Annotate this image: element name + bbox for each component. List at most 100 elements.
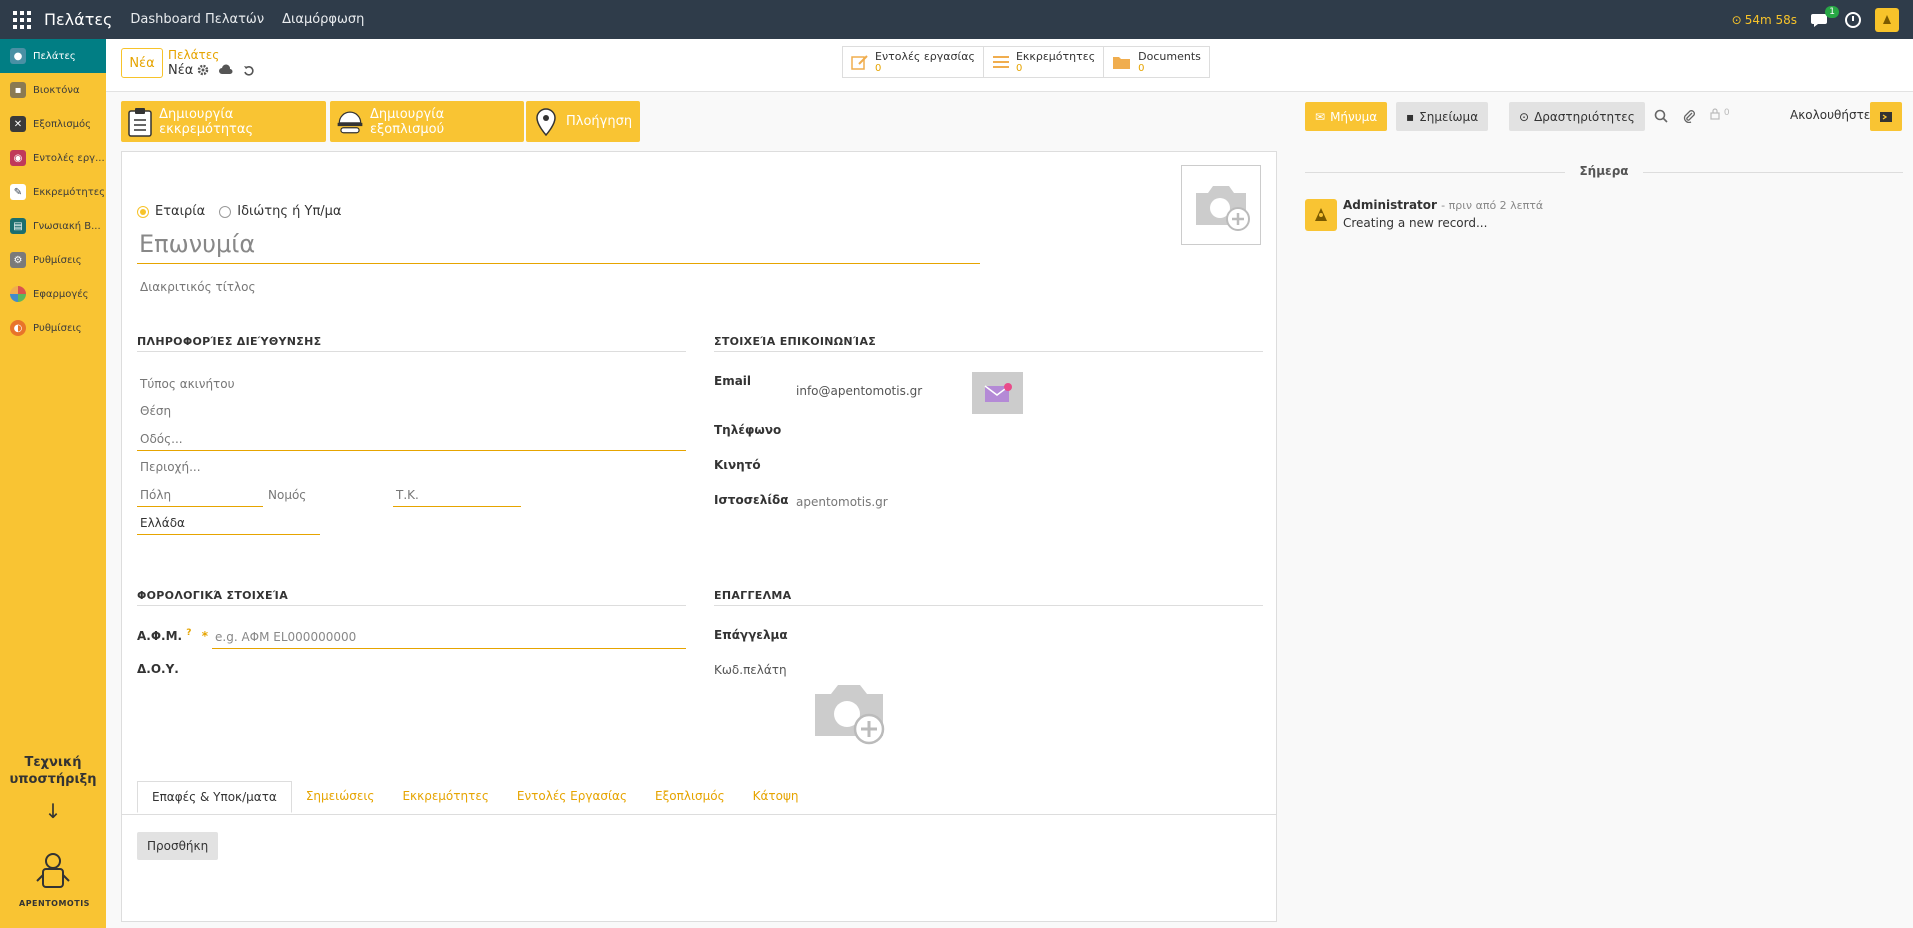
- app-title[interactable]: Πελάτες: [44, 10, 112, 29]
- new-button[interactable]: Νέα: [121, 48, 163, 78]
- today-separator: Σήμερα: [1305, 164, 1903, 178]
- company-name-input[interactable]: Επωνυμία: [137, 230, 980, 264]
- navigation-button[interactable]: Πλοήγηση: [526, 101, 640, 142]
- tab-equipment[interactable]: Εξοπλισμός: [641, 781, 739, 813]
- support-line2: υποστήριξη: [9, 772, 97, 787]
- gear-icon[interactable]: [197, 64, 209, 76]
- sidebar-item-label: Βιοκτόνα: [33, 84, 80, 96]
- sidebar-item-apps[interactable]: Εφαρμογές: [0, 277, 106, 311]
- sidebar-item-work-orders[interactable]: ◉ Εντολές εργ...: [0, 141, 106, 175]
- clock-icon: ⊙: [1519, 109, 1530, 124]
- sidebar-item-label: Εξοπλισμός: [33, 118, 92, 130]
- tab-work-orders[interactable]: Εντολές Εργασίας: [503, 781, 641, 813]
- search-icon[interactable]: [1654, 109, 1668, 123]
- author-name[interactable]: Administrator: [1343, 198, 1437, 212]
- tab-contacts[interactable]: Επαφές & Υποκ/ματα: [137, 781, 292, 813]
- zip-field[interactable]: Τ.Κ.: [396, 488, 419, 502]
- country-field[interactable]: Ελλάδα: [140, 516, 185, 530]
- address-section-title: ΠΛΗΡΟΦΟΡΊΕΣ ΔΙΕΎΘΥΝΣΗΣ: [137, 335, 686, 352]
- sidebar-item-label: Εντολές εργ...: [33, 152, 105, 164]
- work-orders-icon: ◉: [10, 150, 26, 166]
- sidebar-item-equipment[interactable]: ✕ Εξοπλισμός: [0, 107, 106, 141]
- sidebar-item-settings[interactable]: ⚙ Ρυθμίσεις: [0, 243, 106, 277]
- apps-menu-icon[interactable]: [13, 10, 31, 29]
- sidebar-item-customers[interactable]: ● Πελάτες: [0, 39, 106, 73]
- add-button[interactable]: Προσθήκη: [137, 832, 219, 860]
- property-type-field[interactable]: Τύπος ακινήτου: [140, 377, 235, 391]
- image-upload[interactable]: [1181, 165, 1261, 245]
- undo-icon[interactable]: [243, 64, 255, 76]
- activities-button[interactable]: ⊙ Δραστηριότητες: [1509, 102, 1645, 131]
- timer[interactable]: ⊙ 54m 58s: [1732, 13, 1797, 27]
- smart-button-documents[interactable]: Documents 0: [1104, 47, 1209, 77]
- gear-icon: ⚙: [10, 252, 26, 268]
- activity-clock-icon[interactable]: [1845, 12, 1861, 28]
- tab-pending[interactable]: Εκκρεμότητες: [388, 781, 502, 813]
- contact-section-title: ΣΤΟΙΧΕΊΑ ΕΠΙΚΟΙΝΩΝΊΑΣ: [714, 335, 1263, 352]
- email-image[interactable]: [972, 372, 1023, 414]
- area-field[interactable]: Περιοχή...: [140, 460, 201, 474]
- street-field[interactable]: Οδός...: [140, 432, 183, 446]
- knowledge-icon: ▤: [10, 218, 26, 234]
- city-field[interactable]: Πόλη: [140, 488, 171, 502]
- sidebar-item-settings-2[interactable]: ◐ Ρυθμίσεις: [0, 311, 106, 345]
- map-pin-icon: [532, 107, 560, 137]
- position-field[interactable]: Θέση: [140, 404, 171, 418]
- vat-input[interactable]: e.g. ΑΦΜ EL000000000: [215, 630, 356, 644]
- radio-individual[interactable]: Ιδιώτης ή Υπ/μα: [219, 204, 342, 219]
- tab-notes[interactable]: Σημειώσεις: [292, 781, 389, 813]
- tech-support[interactable]: Τεχνική υποστήριξη: [0, 754, 106, 788]
- paperclip-icon[interactable]: [1682, 109, 1696, 123]
- mobile-label: Κινητό: [714, 458, 761, 472]
- follow-button[interactable]: [1870, 102, 1902, 131]
- website-field[interactable]: apentomotis.gr: [796, 495, 888, 509]
- user-avatar[interactable]: [1875, 8, 1899, 32]
- tabs-divider: [122, 814, 1276, 815]
- smart-button-work-orders[interactable]: Εντολές εργασίας 0: [843, 47, 984, 77]
- followers-lock[interactable]: 0: [1710, 108, 1730, 123]
- create-equipment-button[interactable]: Δημιουργία εξοπλισμού: [330, 101, 524, 142]
- email-field[interactable]: info@apentomotis.gr: [796, 384, 922, 398]
- note-icon: ▪: [1406, 109, 1415, 124]
- radio-individual-label: Ιδιώτης ή Υπ/μα: [237, 204, 342, 219]
- control-panel: Νέα Πελάτες Νέα Εντολές εργασίας 0 Εκκρε…: [106, 39, 1913, 92]
- top-navbar: Πελάτες Dashboard Πελατών Διαμόρφωση ⊙ 5…: [0, 0, 1913, 39]
- sidebar-item-pending[interactable]: ✎ Εκκρεμότητες: [0, 175, 106, 209]
- vat-underline: [212, 648, 686, 649]
- breadcrumb-current: Νέα: [168, 63, 194, 78]
- camera-add-icon: [1196, 186, 1250, 231]
- list-icon: [992, 56, 1009, 68]
- smart-count: 0: [1015, 62, 1023, 74]
- follow-icon: [1880, 111, 1892, 122]
- sidebar-item-knowledge[interactable]: ▤ Γνωσιακή Β...: [0, 209, 106, 243]
- avatar: [1305, 199, 1337, 231]
- pencil-icon: ✎: [10, 184, 26, 200]
- vat-label: Α.Φ.Μ. ? *: [137, 628, 208, 643]
- follow-label[interactable]: Ακολουθήστε: [1790, 108, 1870, 122]
- form-sheet: Εταιρία Ιδιώτης ή Υπ/μα Επωνυμία Διακριτ…: [121, 151, 1277, 922]
- menu-configuration[interactable]: Διαμόρφωση: [282, 12, 364, 27]
- clipboard-icon: [127, 107, 153, 137]
- breadcrumb-parent[interactable]: Πελάτες: [168, 48, 219, 62]
- trade-name-input[interactable]: Διακριτικός τίτλος: [140, 280, 255, 294]
- create-pending-label: Δημιουργία εκκρεμότητας: [159, 106, 254, 137]
- cloud-upload-icon[interactable]: [219, 64, 233, 76]
- zip-underline: [393, 506, 521, 507]
- message-author: Administrator - πριν από 2 λεπτά: [1343, 198, 1543, 212]
- smart-button-pending[interactable]: Εκκρεμότητες 0: [984, 47, 1105, 77]
- activities-label: Δραστηριότητες: [1534, 109, 1635, 124]
- help-icon[interactable]: ?: [186, 628, 191, 638]
- today-label: Σήμερα: [1565, 164, 1643, 178]
- tab-floorplan[interactable]: Κάτοψη: [739, 781, 813, 813]
- create-pending-button[interactable]: Δημιουργία εκκρεμότητας: [121, 101, 326, 142]
- chat-icon[interactable]: 1: [1811, 6, 1839, 28]
- state-field[interactable]: Νομός: [268, 488, 306, 502]
- radio-company[interactable]: Εταιρία: [137, 204, 205, 219]
- menu-dashboard[interactable]: Dashboard Πελατών: [130, 12, 264, 27]
- log-note-button[interactable]: ▪ Σημείωμα: [1396, 102, 1489, 131]
- sidebar-item-biocides[interactable]: ▪ Βιοκτόνα: [0, 73, 106, 107]
- send-message-button[interactable]: ✉ Μήνυμα: [1305, 102, 1388, 131]
- customer-image-upload[interactable]: [807, 674, 891, 750]
- smart-label: Εκκρεμότητες: [1015, 49, 1096, 63]
- logo-text: ΑΡΕΝΤΟΜΟΤΙS: [19, 899, 90, 908]
